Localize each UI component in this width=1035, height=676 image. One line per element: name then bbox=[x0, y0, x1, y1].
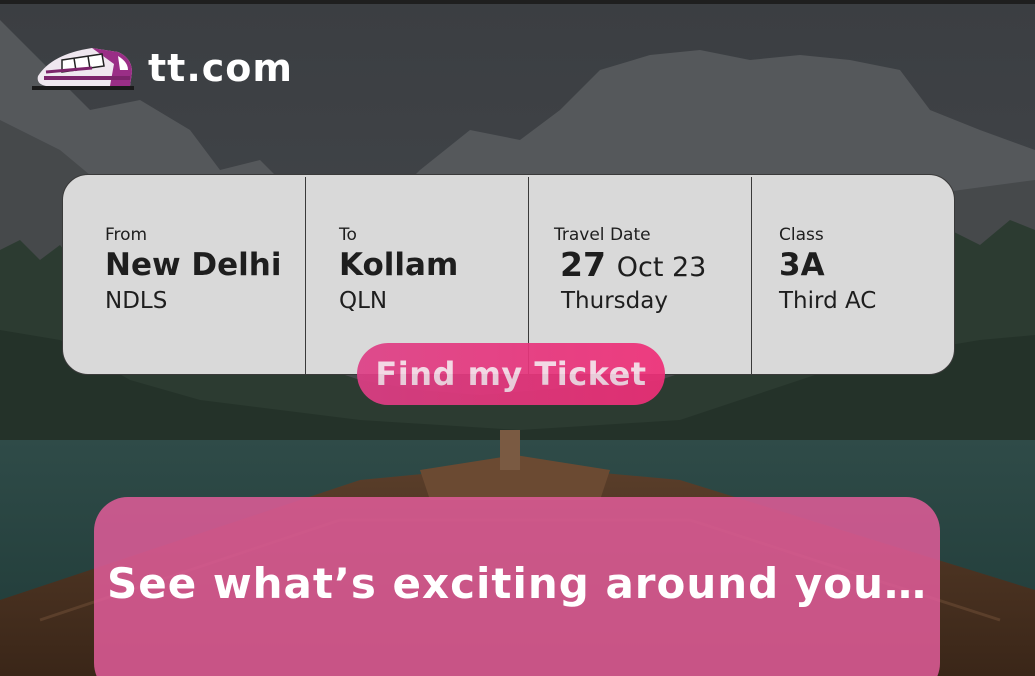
top-border bbox=[0, 0, 1035, 4]
from-label: From bbox=[105, 225, 148, 245]
class-field[interactable]: Class 3A Third AC bbox=[752, 175, 955, 374]
to-label: To bbox=[339, 225, 357, 245]
travel-date-weekday: Thursday bbox=[561, 288, 668, 314]
from-code: NDLS bbox=[105, 288, 168, 314]
class-name: Third AC bbox=[779, 288, 877, 314]
promo-text: See what’s exciting around you… bbox=[107, 559, 927, 608]
train-icon bbox=[32, 48, 134, 90]
class-label: Class bbox=[779, 225, 824, 245]
find-ticket-button[interactable]: Find my Ticket bbox=[357, 343, 665, 405]
app-frame: tt.com From New Delhi NDLS To Kollam QLN… bbox=[0, 0, 1035, 676]
travel-date-label: Travel Date bbox=[554, 225, 651, 245]
explore-promo-banner[interactable]: See what’s exciting around you… bbox=[94, 497, 940, 676]
brand-logo[interactable]: tt.com bbox=[32, 42, 293, 94]
travel-date-day: 27 bbox=[560, 245, 606, 284]
travel-date-month-year: Oct 23 bbox=[616, 252, 707, 283]
from-city: New Delhi bbox=[105, 247, 282, 283]
from-field[interactable]: From New Delhi NDLS bbox=[63, 175, 305, 374]
class-code: 3A bbox=[779, 247, 825, 283]
travel-date-value: 27 Oct 23 bbox=[560, 245, 706, 284]
to-city: Kollam bbox=[339, 247, 459, 283]
to-code: QLN bbox=[339, 288, 388, 314]
brand-name: tt.com bbox=[148, 46, 293, 90]
